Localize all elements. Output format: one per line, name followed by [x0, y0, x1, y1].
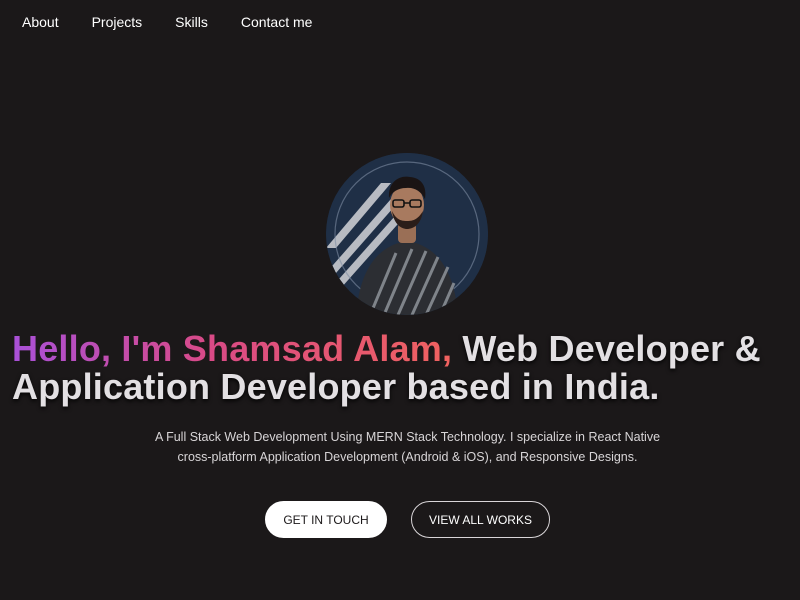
headline-highlight: Hello, I'm Shamsad Alam, — [12, 328, 453, 369]
profile-avatar — [326, 153, 488, 315]
view-all-works-button[interactable]: VIEW ALL WORKS — [411, 501, 550, 538]
nav-item-projects[interactable]: Projects — [92, 12, 143, 32]
nav-item-about[interactable]: About — [22, 12, 59, 32]
profile-photo-illustration — [326, 153, 488, 315]
top-nav: About Projects Skills Contact me — [22, 12, 345, 32]
get-in-touch-button[interactable]: GET IN TOUCH — [265, 501, 387, 538]
nav-item-contact[interactable]: Contact me — [241, 12, 313, 32]
nav-item-skills[interactable]: Skills — [175, 12, 208, 32]
portfolio-page: About Projects Skills Contact me Hello, … — [0, 0, 800, 600]
hero-description: A Full Stack Web Development Using MERN … — [154, 430, 661, 464]
hero-headline: Hello, I'm Shamsad Alam, Web Developer &… — [12, 330, 792, 406]
